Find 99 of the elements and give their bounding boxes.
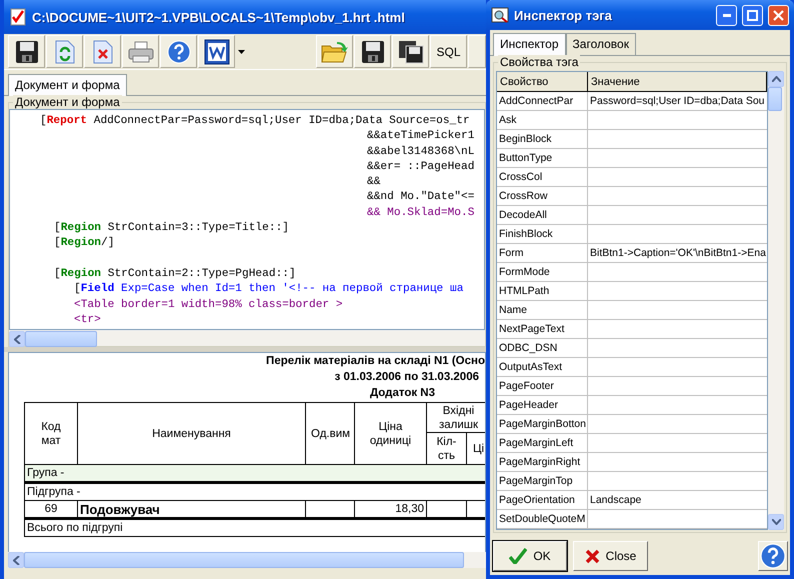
inspector-icon bbox=[491, 7, 509, 23]
window-title: Инспектор тэга bbox=[514, 8, 613, 22]
property-name[interactable]: FormMode bbox=[497, 263, 588, 281]
property-value[interactable]: BitBtn1->Caption='OK'\nBitBtn1->Ena bbox=[588, 244, 767, 262]
property-name[interactable]: PageMarginRight bbox=[497, 453, 588, 471]
help-icon bbox=[760, 543, 786, 569]
checkmark-document-icon bbox=[10, 8, 26, 26]
delete-button[interactable] bbox=[84, 35, 121, 68]
scroll-left-button[interactable] bbox=[8, 552, 24, 568]
close-icon bbox=[773, 10, 784, 20]
table-cell: Підгрупа - bbox=[24, 482, 485, 500]
minimize-button[interactable] bbox=[716, 4, 737, 26]
close-button[interactable] bbox=[768, 4, 789, 26]
save-all-icon bbox=[398, 40, 424, 64]
print-button[interactable] bbox=[122, 35, 159, 68]
code-line: [Region/] bbox=[53, 236, 116, 252]
horizontal-scrollbar[interactable] bbox=[9, 330, 485, 346]
code-line: [Region StrContain=2::Type=PgHead::] bbox=[53, 266, 297, 282]
sql-button[interactable]: SQL bbox=[430, 35, 467, 68]
checkmark-icon bbox=[509, 548, 528, 564]
property-name[interactable]: SetDoubleQuoteM bbox=[497, 510, 588, 528]
code-line: &&abel3148368\nL bbox=[366, 144, 476, 160]
code-line: [Region StrContain=3::Type=Title::] bbox=[53, 221, 290, 236]
report-title: Додаток N3 bbox=[370, 386, 435, 401]
property-name[interactable]: HTMLPath bbox=[497, 282, 588, 300]
save-button[interactable] bbox=[354, 35, 391, 68]
property-name[interactable]: ODBC_DSN bbox=[497, 339, 588, 357]
property-name[interactable]: CrossRow bbox=[497, 187, 588, 205]
property-name[interactable]: Form bbox=[497, 244, 588, 262]
property-value[interactable]: Password=sql;User ID=dba;Data Sou bbox=[588, 92, 767, 110]
table-cell: Всього по підгрупі bbox=[24, 518, 485, 536]
group-label: Документ и форма bbox=[13, 95, 122, 109]
scroll-down-button[interactable] bbox=[768, 514, 784, 530]
printer-icon bbox=[128, 40, 154, 62]
property-name[interactable]: NextPageText bbox=[497, 320, 588, 338]
code-line: <Table border=1 width=98% class=border > bbox=[73, 298, 344, 313]
help-button[interactable] bbox=[160, 35, 197, 68]
property-name[interactable]: PageMarginLeft bbox=[497, 434, 588, 452]
scroll-left-icon bbox=[12, 556, 20, 564]
report-title: Перелік матеріалів на складі N1 (Осно bbox=[266, 354, 485, 369]
property-name[interactable]: Ask bbox=[497, 111, 588, 129]
property-name[interactable]: PageMarginBotton bbox=[497, 415, 588, 433]
property-name[interactable]: OutputAsText bbox=[497, 358, 588, 376]
save-all-button[interactable] bbox=[392, 35, 429, 68]
scroll-up-button[interactable] bbox=[768, 71, 784, 87]
code-line: &&er= ::PageHead bbox=[366, 160, 476, 175]
help-button[interactable] bbox=[758, 541, 788, 571]
column-header: Свойство bbox=[497, 72, 588, 92]
toolbar-button[interactable] bbox=[468, 35, 486, 68]
code-line: [Report AddConnectPar=Password=sql;User ID=dba;Data Source=os_tr bbox=[39, 114, 471, 129]
document-delete-icon bbox=[92, 40, 112, 64]
code-line: [Field Exp=Case when Id=1 then '<!-- на первой страницe ша bbox=[73, 282, 464, 298]
code-line: <tr> bbox=[73, 312, 102, 328]
close-button[interactable]: Close bbox=[573, 541, 648, 571]
dropdown-caret-icon[interactable] bbox=[238, 50, 245, 54]
maximize-button[interactable] bbox=[742, 4, 763, 26]
property-name[interactable]: ButtonType bbox=[497, 149, 588, 167]
scroll-left-button[interactable] bbox=[9, 331, 25, 347]
scroll-down-icon bbox=[772, 519, 780, 525]
vertical-scrollbar[interactable] bbox=[768, 71, 784, 530]
folder-arrow-icon bbox=[320, 40, 348, 64]
code-line: && bbox=[366, 175, 382, 190]
tab[interactable]: Инспектор bbox=[493, 33, 566, 56]
code-line: &&nd Mo."Date"<= bbox=[366, 190, 476, 206]
cross-icon bbox=[584, 548, 600, 564]
property-name[interactable]: DecodeAll bbox=[497, 206, 588, 224]
code-line: && Mo.Sklad=Mo.S bbox=[366, 206, 476, 221]
column-header: Значение bbox=[588, 72, 767, 92]
property-name[interactable]: PageOrientation bbox=[497, 491, 588, 509]
ok-button[interactable]: OK bbox=[493, 541, 567, 571]
scroll-left-icon bbox=[14, 334, 20, 344]
property-name[interactable]: BeginBlock bbox=[497, 130, 588, 148]
tab[interactable]: Заголовок bbox=[566, 33, 636, 55]
property-name[interactable]: PageHeader bbox=[497, 396, 588, 414]
property-name[interactable]: CrossCol bbox=[497, 168, 588, 186]
code-line: &&ateTimePicker1 bbox=[366, 129, 476, 144]
report-title: з 01.03.2006 по 31.03.2006 bbox=[334, 370, 479, 385]
open-button[interactable] bbox=[316, 35, 353, 68]
tab[interactable]: Документ и форма bbox=[8, 74, 127, 96]
property-name[interactable]: Name bbox=[497, 301, 588, 319]
minimize-icon bbox=[722, 14, 730, 16]
scroll-thumb[interactable] bbox=[768, 87, 782, 111]
property-value[interactable]: Landscape bbox=[588, 491, 767, 509]
column-header: Код мат bbox=[24, 402, 78, 464]
word-export-button[interactable] bbox=[198, 35, 235, 68]
save-button[interactable] bbox=[8, 35, 45, 68]
word-document-icon bbox=[204, 38, 230, 64]
maximize-icon bbox=[747, 10, 758, 20]
help-icon bbox=[166, 40, 190, 64]
property-name[interactable]: PageMarginTop bbox=[497, 472, 588, 490]
refresh-button[interactable] bbox=[46, 35, 83, 68]
property-name[interactable]: FinishBlock bbox=[497, 225, 588, 243]
group-label: Свойства тэга bbox=[498, 55, 580, 69]
scroll-up-icon bbox=[772, 76, 780, 82]
document-refresh-icon bbox=[54, 40, 74, 64]
property-name[interactable]: AddConnectPar bbox=[497, 92, 588, 110]
property-name[interactable]: PageFooter bbox=[497, 377, 588, 395]
window-title: C:\DOCUME~1\UIT2~1.VPB\LOCALS~1\Temp\obv_1.hrt .html bbox=[32, 10, 405, 24]
scroll-thumb[interactable] bbox=[25, 331, 97, 347]
